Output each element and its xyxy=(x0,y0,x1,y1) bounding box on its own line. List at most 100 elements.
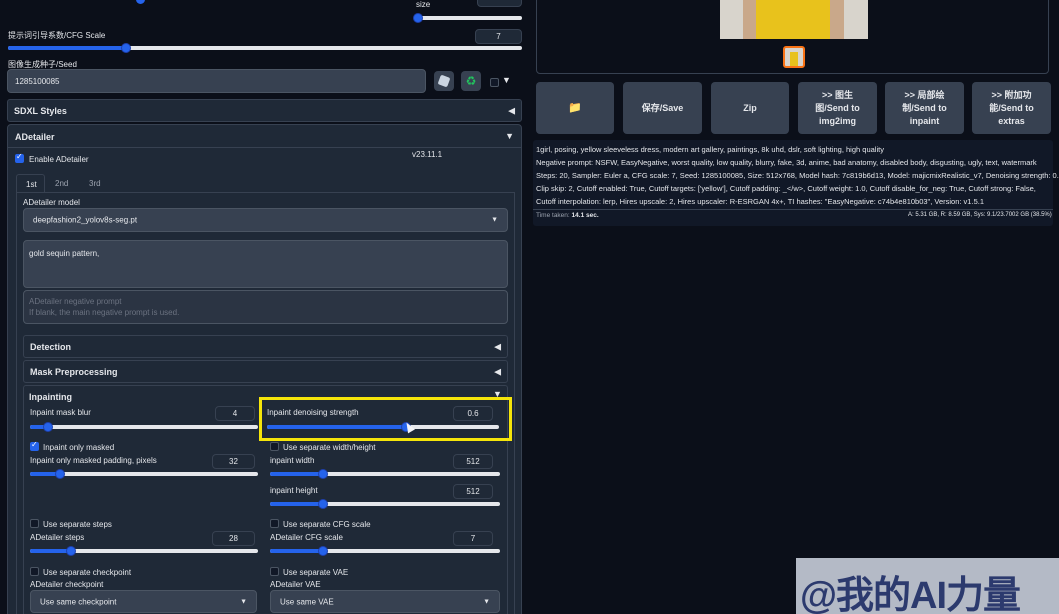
extras-line3: extras xyxy=(998,115,1025,126)
mask-blur-slider[interactable] xyxy=(30,421,258,433)
separate-wh-checkbox[interactable] xyxy=(270,442,279,451)
collapse-left-icon: ◀ xyxy=(508,105,515,115)
expand-down-icon: ▼ xyxy=(505,131,514,141)
enable-adetailer-label: Enable ADetailer xyxy=(29,155,89,164)
watermark: @我的AI力量 xyxy=(796,558,1059,614)
separate-vae-label: Use separate VAE xyxy=(283,568,349,577)
vae-dropdown[interactable]: Use same VAE ▼ xyxy=(270,590,500,613)
inpaint-height-label: inpaint height xyxy=(270,486,318,495)
inpaint-height-number[interactable]: 512 xyxy=(453,484,493,499)
extra-seed-checkbox[interactable] xyxy=(490,78,499,87)
time-value: 14.1 sec. xyxy=(571,212,599,219)
detection-accordion[interactable]: Detection ◀ xyxy=(23,335,508,358)
mask-preprocessing-title: Mask Preprocessing xyxy=(30,366,118,377)
thumbnail[interactable] xyxy=(783,46,805,68)
memory-usage: A: 5.31 GB, R: 8.59 GB, Sys: 9.1/23.7002… xyxy=(908,212,1052,218)
model-label: ADetailer model xyxy=(23,198,80,207)
adetailer-header[interactable]: ADetailer ▼ xyxy=(8,125,521,147)
adetailer-version: v23.11.1 xyxy=(412,150,443,159)
size-number-partial[interactable] xyxy=(477,0,522,7)
denoise-number[interactable]: 0.6 xyxy=(453,406,493,421)
ad-cfg-slider[interactable] xyxy=(270,545,500,557)
dropdown-caret-icon: ▼ xyxy=(483,598,490,605)
send-to-extras-button[interactable]: >> 附加功 能/Send to extras xyxy=(972,82,1051,134)
detection-title: Detection xyxy=(30,341,72,352)
sdxl-styles-title: SDXL Styles xyxy=(14,105,67,116)
adetailer-title: ADetailer xyxy=(15,132,55,142)
mask-preprocessing-accordion[interactable]: Mask Preprocessing ◀ xyxy=(23,360,508,383)
save-label: 保存/Save xyxy=(641,102,684,113)
top-slider-thumb-partial xyxy=(136,0,145,4)
info-params-1: Steps: 20, Sampler: Euler a, CFG scale: … xyxy=(536,171,1059,180)
figure-dress xyxy=(756,0,834,39)
checkpoint-dropdown[interactable]: Use same checkpoint ▼ xyxy=(30,590,257,613)
cfg-scale-label: 提示词引导系数/CFG Scale xyxy=(8,31,106,40)
separate-checkpoint-checkbox[interactable] xyxy=(30,567,39,576)
only-masked-checkbox[interactable] xyxy=(30,440,39,451)
send-to-inpaint-button[interactable]: >> 局部绘 制/Send to inpaint xyxy=(885,82,964,134)
extra-seed-toggle-icon[interactable]: ▼ xyxy=(502,75,511,85)
inpaint-height-slider[interactable] xyxy=(270,498,500,510)
zip-button[interactable]: Zip xyxy=(711,82,789,134)
ad-negative-textarea[interactable]: ADetailer negative prompt If blank, the … xyxy=(23,290,508,324)
info-divider xyxy=(533,209,1053,210)
ad-prompt-value: gold sequin pattern, xyxy=(29,249,100,258)
mask-blur-number[interactable]: 4 xyxy=(215,406,255,421)
tab-3rd[interactable]: 3rd xyxy=(89,179,101,188)
tab-2nd[interactable]: 2nd xyxy=(55,179,68,188)
steps-slider[interactable] xyxy=(30,545,258,557)
steps-number[interactable]: 28 xyxy=(212,531,255,546)
thumbnail-dress xyxy=(790,52,798,66)
size-label: size xyxy=(416,0,431,9)
checkpoint-label: ADetailer checkpoint xyxy=(30,580,104,589)
send-to-img2img-button[interactable]: >> 图生 图/Send to img2img xyxy=(798,82,877,134)
tab-1st-label: 1st xyxy=(26,180,37,189)
separate-cfg-label: Use separate CFG scale xyxy=(283,520,371,529)
ad-prompt-textarea[interactable]: gold sequin pattern, xyxy=(23,240,508,288)
enable-adetailer-checkbox[interactable] xyxy=(15,152,24,163)
recycle-button[interactable]: ♻ xyxy=(461,71,481,91)
seed-value: 1285100085 xyxy=(15,77,60,86)
inpaint-width-slider[interactable] xyxy=(270,468,500,480)
save-button[interactable]: 保存/Save xyxy=(623,82,702,134)
cfg-scale-slider[interactable] xyxy=(8,42,522,54)
denoise-slider[interactable] xyxy=(267,421,499,433)
sdxl-styles-accordion[interactable]: SDXL Styles ◀ xyxy=(7,99,522,122)
ad-negative-placeholder-2: If blank, the main negative prompt is us… xyxy=(29,308,180,317)
ad-cfg-label: ADetailer CFG scale xyxy=(270,533,343,542)
info-prompt: 1girl, posing, yellow sleeveless dress, … xyxy=(536,145,884,154)
separate-cfg-checkbox[interactable] xyxy=(270,519,279,528)
size-slider[interactable] xyxy=(413,12,522,24)
inpaint-width-number[interactable]: 512 xyxy=(453,454,493,469)
preview-image[interactable] xyxy=(720,0,868,39)
inpaint-width-label: inpaint width xyxy=(270,456,315,465)
collapse-left-icon: ◀ xyxy=(494,341,501,351)
ad-cfg-number[interactable]: 7 xyxy=(453,531,493,546)
dice-button[interactable] xyxy=(434,71,454,91)
dropdown-caret-icon: ▼ xyxy=(240,598,247,605)
padding-number[interactable]: 32 xyxy=(212,454,255,469)
denoise-label: Inpaint denoising strength xyxy=(267,408,359,417)
info-negative: Negative prompt: NSFW, EasyNegative, wor… xyxy=(536,158,1037,167)
inpainting-title[interactable]: Inpainting xyxy=(29,392,72,402)
info-params-3: Cutoff interpolation: lerp, Hires upscal… xyxy=(536,197,984,206)
img2img-line2: 图/Send to xyxy=(815,102,860,113)
tab-1st[interactable]: 1st xyxy=(16,174,45,193)
separate-steps-checkbox[interactable] xyxy=(30,519,39,528)
mask-blur-label: Inpaint mask blur xyxy=(30,408,91,417)
time-label: Time taken: xyxy=(536,212,570,219)
time-taken: Time taken: 14.1 sec. xyxy=(536,212,599,219)
padding-slider[interactable] xyxy=(30,468,258,480)
seed-input[interactable]: 1285100085 xyxy=(7,69,426,93)
figure-arm xyxy=(830,0,844,39)
info-params-2: Clip skip: 2, Cutoff enabled: True, Cuto… xyxy=(536,184,1036,193)
open-folder-button[interactable]: 📁 xyxy=(536,82,614,134)
folder-icon: 📁 xyxy=(568,101,582,114)
model-dropdown[interactable]: deepfashion2_yolov8s-seg.pt ▼ xyxy=(23,208,508,232)
separate-steps-label: Use separate steps xyxy=(43,520,112,529)
img2img-line3: img2img xyxy=(818,115,856,126)
separate-vae-checkbox[interactable] xyxy=(270,567,279,576)
img2img-line1: >> 图生 xyxy=(821,89,853,100)
ad-negative-placeholder-1: ADetailer negative prompt xyxy=(29,297,122,306)
zip-label: Zip xyxy=(743,102,757,113)
